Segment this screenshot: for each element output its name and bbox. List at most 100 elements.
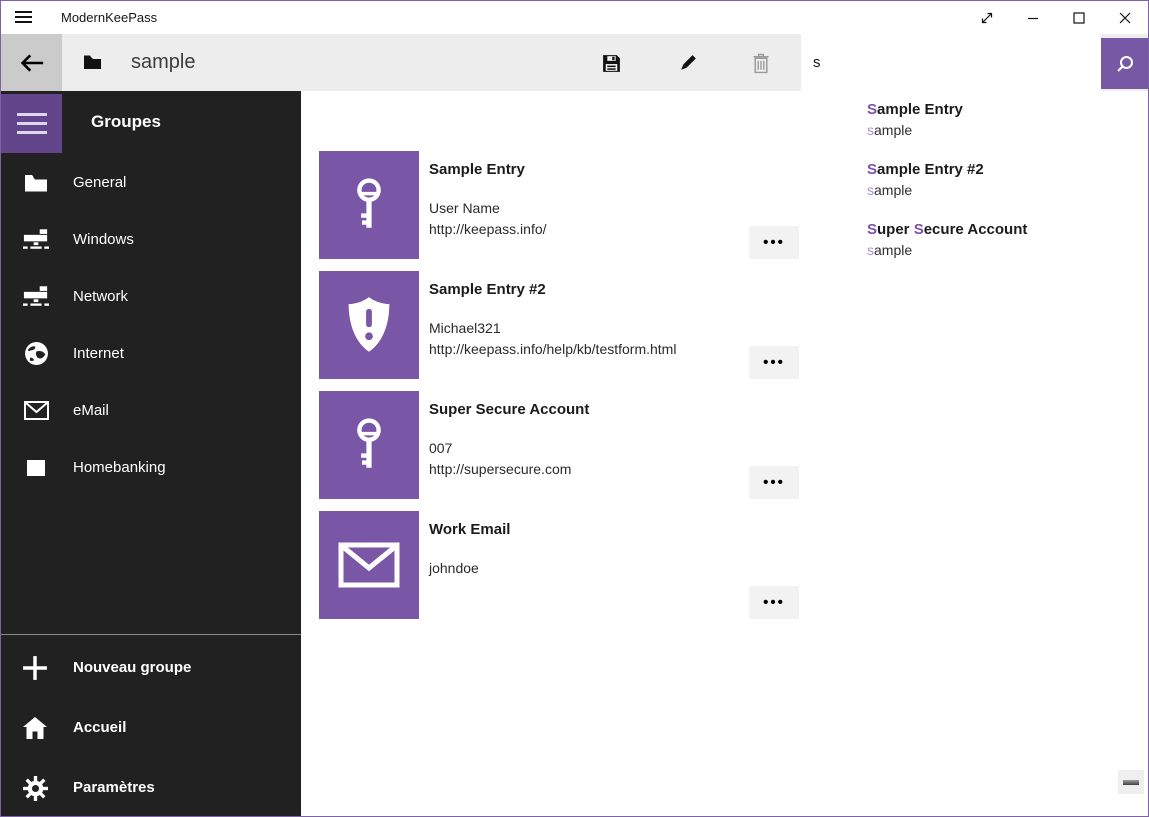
sidebar-divider — [1, 634, 301, 635]
entry-tile — [319, 511, 419, 619]
gear-icon — [21, 774, 49, 802]
entry-username: johndoe — [429, 558, 479, 579]
search-suggestions: Sample Entry sample Sample Entry #2 samp… — [801, 91, 1148, 291]
back-arrow-icon — [18, 51, 46, 75]
sidebar-item-general[interactable]: General — [1, 154, 301, 211]
back-button[interactable] — [1, 34, 62, 91]
entry-meta: johndoe — [429, 558, 479, 579]
maximize-button[interactable] — [1056, 1, 1102, 34]
key-icon — [348, 414, 390, 476]
sidebar: Groupes General Windows — [1, 91, 301, 816]
entry-row-sample-entry-2[interactable]: Sample Entry #2 Michael321 http://keepas… — [319, 271, 799, 379]
delete-button[interactable] — [742, 44, 780, 82]
suggestion-title: Sample Entry #2 — [867, 160, 1137, 180]
entry-title: Sample Entry — [429, 161, 525, 178]
entry-tile — [319, 151, 419, 259]
sidebar-item-label: Internet — [73, 325, 124, 382]
suggestion-subtitle: sample — [867, 180, 1137, 200]
entry-url: http://keepass.info/help/kb/testform.htm… — [429, 339, 676, 360]
entry-url: http://keepass.info/ — [429, 219, 547, 240]
entry-row-super-secure-account[interactable]: Super Secure Account 007 http://supersec… — [319, 391, 799, 499]
titlebar-hamburger-icon[interactable] — [15, 9, 35, 25]
sidebar-action-new-group[interactable]: Nouveau groupe — [1, 638, 301, 698]
database-icon — [83, 54, 102, 75]
entry-title: Super Secure Account — [429, 401, 589, 418]
minimize-icon — [1025, 10, 1041, 26]
sidebar-item-network[interactable]: Network — [1, 268, 301, 325]
more-button[interactable]: ••• — [749, 226, 799, 259]
square-icon — [23, 455, 49, 481]
search-box — [801, 34, 1101, 91]
fullscreen-button[interactable] — [964, 1, 1010, 34]
fullscreen-icon — [979, 10, 995, 26]
app-title: ModernKeePass — [61, 1, 157, 34]
key-icon — [348, 174, 390, 236]
minimize-button[interactable] — [1010, 1, 1056, 34]
suggestion-title: Sample Entry — [867, 100, 1137, 120]
sidebar-item-label: General — [73, 154, 126, 211]
edit-button[interactable] — [668, 44, 706, 82]
email-icon — [338, 542, 400, 588]
entry-tile — [319, 391, 419, 499]
entry-row-sample-entry[interactable]: Sample Entry User Name http://keepass.in… — [319, 151, 799, 259]
edit-pencil-icon — [677, 53, 698, 74]
more-button[interactable]: ••• — [749, 346, 799, 379]
sidebar-item-label: Network — [73, 268, 128, 325]
network-icon — [23, 227, 49, 253]
maximize-icon — [1071, 10, 1087, 26]
command-bar: sample — [1, 34, 1148, 91]
save-button[interactable] — [592, 44, 630, 82]
semantic-zoom-out-button[interactable] — [1118, 770, 1144, 794]
entry-meta: Michael321 http://keepass.info/help/kb/t… — [429, 318, 676, 359]
close-icon — [1117, 10, 1133, 26]
suggestion-subtitle: sample — [867, 240, 1137, 260]
app-window: ModernKeePass — [0, 0, 1149, 817]
suggestion-sample-entry-2[interactable]: Sample Entry #2 sample — [867, 160, 1137, 212]
sidebar-item-email[interactable]: eMail — [1, 382, 301, 439]
suggestion-sample-entry[interactable]: Sample Entry sample — [867, 100, 1137, 152]
suggestion-subtitle: sample — [867, 120, 1137, 140]
entry-username: 007 — [429, 438, 571, 459]
search-icon — [1114, 53, 1136, 75]
close-button[interactable] — [1102, 1, 1148, 34]
nav-hamburger-button[interactable] — [1, 94, 62, 153]
minus-icon — [1123, 780, 1139, 785]
more-button[interactable]: ••• — [749, 466, 799, 499]
sidebar-item-label: Homebanking — [73, 439, 166, 496]
entry-meta: 007 http://supersecure.com — [429, 438, 571, 479]
envelope-icon — [23, 398, 49, 424]
more-button[interactable]: ••• — [749, 586, 799, 619]
window-controls — [964, 1, 1148, 34]
titlebar: ModernKeePass — [1, 1, 1148, 34]
search-input[interactable] — [801, 34, 1101, 91]
home-icon — [21, 714, 49, 742]
plus-icon — [21, 654, 49, 682]
sidebar-action-home[interactable]: Accueil — [1, 698, 301, 758]
groups-heading: Groupes — [91, 112, 161, 132]
shield-alert-icon — [342, 295, 396, 355]
trash-icon — [752, 53, 770, 74]
folder-icon — [23, 170, 49, 196]
sidebar-item-internet[interactable]: Internet — [1, 325, 301, 382]
sidebar-item-label: Windows — [73, 211, 134, 268]
entry-title: Work Email — [429, 521, 510, 538]
entry-username: User Name — [429, 198, 547, 219]
sidebar-item-label: eMail — [73, 382, 109, 439]
sidebar-action-settings[interactable]: Paramètres — [1, 758, 301, 817]
suggestion-super-secure-account[interactable]: Super Secure Account sample — [867, 220, 1137, 272]
globe-icon — [23, 341, 49, 367]
sidebar-action-label: Paramètres — [73, 758, 155, 817]
entry-title: Sample Entry #2 — [429, 281, 546, 298]
entry-url: http://supersecure.com — [429, 459, 571, 480]
sidebar-item-windows[interactable]: Windows — [1, 211, 301, 268]
entry-tile — [319, 271, 419, 379]
sidebar-item-homebanking[interactable]: Homebanking — [1, 439, 301, 496]
entry-row-work-email[interactable]: Work Email johndoe ••• — [319, 511, 799, 619]
search-button[interactable] — [1101, 38, 1148, 89]
database-title: sample — [131, 34, 195, 90]
sidebar-action-label: Nouveau groupe — [73, 638, 191, 698]
network-icon — [23, 284, 49, 310]
sidebar-action-label: Accueil — [73, 698, 126, 758]
save-icon — [601, 53, 622, 74]
suggestion-title: Super Secure Account — [867, 220, 1137, 240]
